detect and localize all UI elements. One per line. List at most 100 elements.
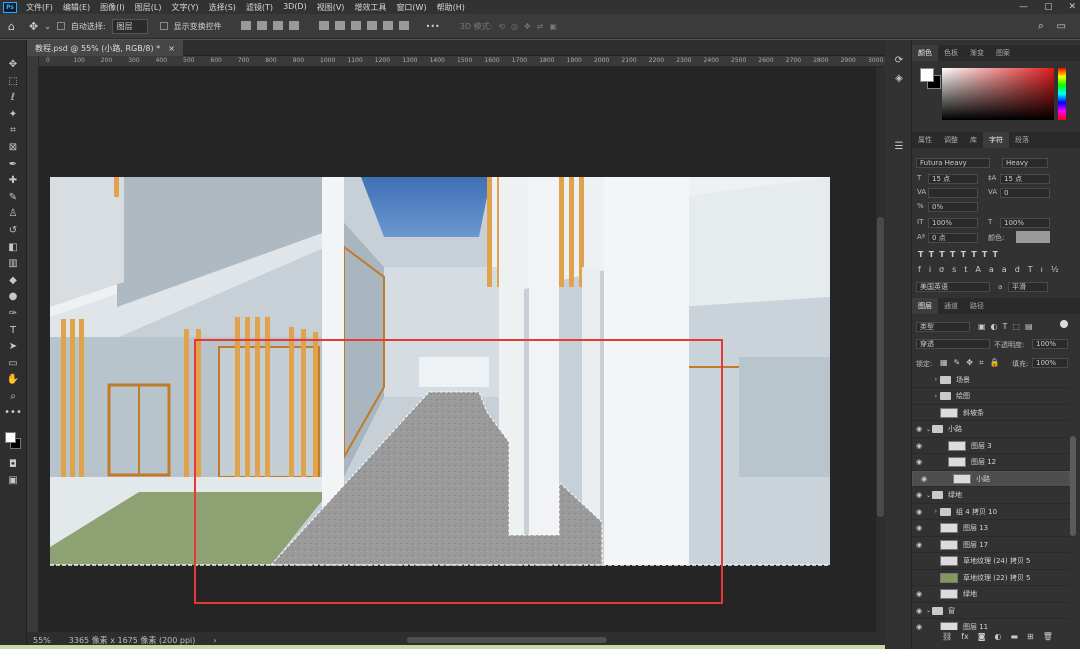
leading-field[interactable]: 15 点 bbox=[1000, 174, 1050, 184]
color-panel-tab[interactable]: 渐变 bbox=[964, 45, 990, 61]
edit-toolbar-icon[interactable]: ••• bbox=[4, 406, 22, 419]
character-panel-tab[interactable]: 字符 bbox=[983, 132, 1009, 148]
magic-wand-tool-icon[interactable]: ✦ bbox=[6, 108, 20, 121]
font-style-select[interactable]: Heavy bbox=[1002, 158, 1048, 168]
screen-mode-icon[interactable]: ▣ bbox=[6, 474, 20, 487]
link-icon[interactable]: ⛓ bbox=[942, 632, 952, 641]
visibility-eye-icon[interactable]: ◉ bbox=[912, 590, 926, 598]
trash-icon[interactable]: 🗑 bbox=[1043, 632, 1053, 641]
foreground-color-swatch[interactable] bbox=[920, 68, 934, 82]
layers-scrollbar[interactable] bbox=[1070, 436, 1076, 536]
align-vcenter-icon[interactable] bbox=[334, 20, 345, 30]
status-arrow-icon[interactable]: › bbox=[213, 636, 216, 645]
align-top-edge-icon[interactable] bbox=[318, 20, 329, 30]
align-hcenter-icon[interactable] bbox=[382, 20, 393, 30]
quick-mask-icon[interactable]: ◘ bbox=[6, 458, 20, 471]
zoom-tool-icon[interactable]: ⌕ bbox=[6, 390, 20, 403]
layer-row[interactable]: ◉ 图层 13 bbox=[912, 521, 1070, 537]
marquee-tool-icon[interactable]: ⬚ bbox=[6, 75, 20, 88]
layers-panel-tab[interactable]: 图层 bbox=[912, 298, 938, 314]
visibility-eye-icon[interactable]: ◉ bbox=[917, 475, 931, 483]
auto-select-dropdown[interactable]: 图层 bbox=[111, 18, 148, 34]
search-icon[interactable]: ⌕ bbox=[1038, 19, 1044, 33]
toolbar-foreground-color[interactable] bbox=[5, 432, 16, 443]
layer-row[interactable]: 草地纹理 (24) 拷贝 5 bbox=[912, 554, 1070, 570]
3d-rotate-icon[interactable]: ⟲ bbox=[498, 22, 505, 31]
brush-tool-icon[interactable]: ✎ bbox=[6, 191, 20, 204]
history-brush-tool-icon[interactable]: ↺ bbox=[6, 224, 20, 237]
menu-item[interactable]: 选择(S) bbox=[204, 2, 241, 13]
hue-slider[interactable] bbox=[1058, 68, 1066, 120]
color-panel-tab[interactable]: 色板 bbox=[938, 45, 964, 61]
more-options-button[interactable]: ••• bbox=[426, 22, 440, 31]
visibility-eye-icon[interactable]: ◉ bbox=[912, 623, 926, 630]
align-right-edge-icon[interactable] bbox=[398, 20, 409, 30]
minimize-button[interactable]: — bbox=[1019, 2, 1028, 12]
layer-filter-select[interactable]: 类型 bbox=[916, 322, 970, 332]
character-panel-tab[interactable]: 段落 bbox=[1009, 132, 1035, 148]
3d-scale-icon[interactable]: ▣ bbox=[549, 22, 557, 31]
layer-row[interactable]: ◉ 图层 3 bbox=[912, 438, 1070, 454]
frame-tool-icon[interactable]: ⊠ bbox=[6, 141, 20, 154]
menu-item[interactable]: 滤镜(T) bbox=[241, 2, 278, 13]
dodge-tool-icon[interactable]: ● bbox=[6, 290, 20, 303]
path-selection-tool-icon[interactable]: ➤ bbox=[6, 340, 20, 353]
pen-tool-icon[interactable]: ✑ bbox=[6, 307, 20, 320]
lock-icons[interactable]: ▦✎✥⌗🔒 bbox=[940, 358, 1005, 368]
opentype-buttons[interactable]: fiσstAaadTı½ bbox=[918, 265, 1068, 275]
properties-icon[interactable]: ☰ bbox=[892, 140, 906, 153]
workspace-icon[interactable]: ▭ bbox=[1057, 21, 1066, 32]
new-layer-icon[interactable]: ⊞ bbox=[1027, 632, 1034, 641]
tool-preset-chevron-icon[interactable]: ⌄ bbox=[44, 22, 51, 31]
layer-filter-icons[interactable]: ▣◐T⬚▤ bbox=[978, 322, 1038, 331]
3d-roll-icon[interactable]: ◎ bbox=[511, 22, 518, 31]
3d-pan-icon[interactable]: ✥ bbox=[524, 22, 531, 31]
menu-item[interactable]: 文字(Y) bbox=[166, 2, 203, 13]
close-tab-icon[interactable]: × bbox=[168, 44, 175, 53]
visibility-eye-icon[interactable]: ◉ bbox=[912, 425, 926, 433]
adjustment-icon[interactable]: ◐ bbox=[994, 632, 1001, 641]
visibility-eye-icon[interactable]: ◉ bbox=[912, 458, 926, 466]
move-tool-icon[interactable]: ✥ bbox=[6, 58, 20, 71]
menu-item[interactable]: 图像(I) bbox=[95, 2, 130, 13]
visibility-eye-icon[interactable]: ◉ bbox=[912, 508, 926, 516]
gradient-tool-icon[interactable]: ▥ bbox=[6, 257, 20, 270]
clone-stamp-tool-icon[interactable]: ♙ bbox=[6, 207, 20, 220]
layer-row[interactable]: ◉ 图层 11 bbox=[912, 620, 1070, 630]
layers-panel-tab[interactable]: 通道 bbox=[938, 298, 964, 314]
layer-row[interactable]: › 绘图 bbox=[912, 389, 1070, 405]
vertical-scrollbar[interactable] bbox=[876, 67, 885, 632]
tracking-field[interactable]: 0 bbox=[1000, 188, 1050, 198]
character-panel-tab[interactable]: 调整 bbox=[938, 132, 964, 148]
align-bottom-icon[interactable] bbox=[350, 20, 361, 30]
layer-row[interactable]: ◉ ⌄ 绿地 bbox=[912, 488, 1070, 504]
horizontal-scale-field[interactable]: 100% bbox=[1000, 218, 1050, 228]
visibility-eye-icon[interactable]: ◉ bbox=[912, 491, 926, 499]
hand-tool-icon[interactable]: ✋ bbox=[6, 373, 20, 386]
layer-row[interactable]: ◉ 小路 bbox=[912, 471, 1070, 487]
layer-row[interactable]: 草地纹理 (22) 拷贝 5 bbox=[912, 570, 1070, 586]
auto-select-checkbox[interactable] bbox=[56, 22, 65, 30]
eraser-tool-icon[interactable]: ◧ bbox=[6, 241, 20, 254]
close-window-button[interactable]: ✕ bbox=[1068, 2, 1076, 12]
character-panel-tab[interactable]: 库 bbox=[964, 132, 983, 148]
fill-field[interactable]: 100% bbox=[1032, 358, 1068, 368]
crop-tool-icon[interactable]: ⌗ bbox=[6, 124, 20, 137]
kerning-field[interactable] bbox=[928, 188, 978, 198]
menu-item[interactable]: 文件(F) bbox=[21, 2, 58, 13]
healing-brush-tool-icon[interactable]: ✚ bbox=[6, 174, 20, 187]
vertical-scale-field[interactable]: 100% bbox=[928, 218, 978, 228]
text-color-swatch[interactable] bbox=[1016, 231, 1050, 243]
shape-tool-icon[interactable]: ▭ bbox=[6, 357, 20, 370]
canvas-area[interactable] bbox=[39, 67, 876, 632]
layers-panel-tab[interactable]: 路径 bbox=[964, 298, 990, 314]
align-center-icon[interactable] bbox=[256, 20, 267, 30]
menu-item[interactable]: 编辑(E) bbox=[58, 2, 95, 13]
layer-row[interactable]: › 场景 bbox=[912, 372, 1070, 388]
baseline-field[interactable]: 0 点 bbox=[928, 233, 978, 243]
maximize-button[interactable]: ▢ bbox=[1044, 2, 1053, 12]
mask-icon[interactable]: ◙ bbox=[978, 632, 986, 641]
menu-item[interactable]: 增效工具 bbox=[349, 2, 391, 13]
blur-tool-icon[interactable]: ◆ bbox=[6, 274, 20, 287]
layer-row[interactable]: ◉ 图层 12 bbox=[912, 455, 1070, 471]
